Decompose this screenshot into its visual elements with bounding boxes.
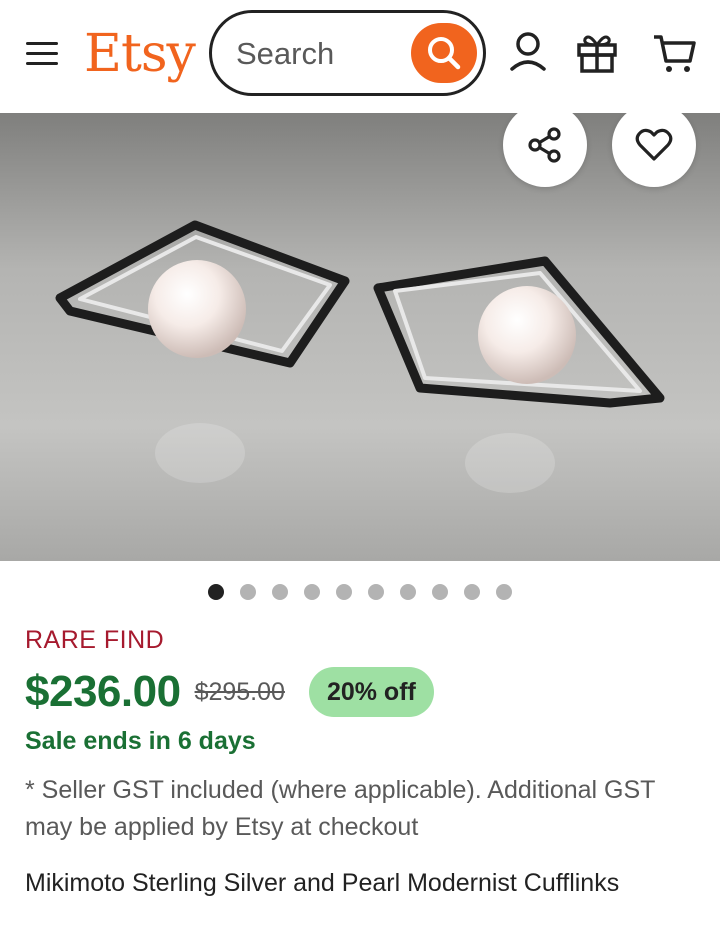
discount-badge: 20% off bbox=[308, 667, 434, 717]
gift-button[interactable] bbox=[574, 30, 620, 76]
etsy-logo[interactable]: Etsy bbox=[84, 22, 196, 86]
carousel-dot[interactable] bbox=[208, 584, 224, 600]
carousel-dot[interactable] bbox=[368, 584, 384, 600]
sale-price: $236.00 bbox=[25, 667, 181, 716]
carousel-dot[interactable] bbox=[272, 584, 288, 600]
account-button[interactable] bbox=[505, 30, 551, 76]
gift-icon bbox=[577, 35, 617, 73]
menu-icon[interactable] bbox=[22, 36, 62, 70]
carousel-dot[interactable] bbox=[240, 584, 256, 600]
original-price: $295.00 bbox=[194, 677, 285, 706]
carousel-dot[interactable] bbox=[432, 584, 448, 600]
search-input[interactable] bbox=[236, 35, 406, 73]
image-carousel-dots bbox=[208, 584, 512, 600]
cart-icon bbox=[654, 35, 696, 72]
account-icon bbox=[510, 32, 546, 71]
carousel-dot[interactable] bbox=[464, 584, 480, 600]
share-icon bbox=[528, 127, 561, 163]
price-row: $236.00 $295.00 20% off bbox=[25, 664, 434, 720]
search-bar[interactable] bbox=[209, 10, 486, 96]
listing-title: Mikimoto Sterling Silver and Pearl Moder… bbox=[25, 869, 620, 897]
top-header: Etsy bbox=[0, 0, 720, 113]
sale-ends-text: Sale ends in 6 days bbox=[25, 727, 256, 755]
carousel-dot[interactable] bbox=[336, 584, 352, 600]
carousel-dot[interactable] bbox=[496, 584, 512, 600]
search-button[interactable] bbox=[411, 23, 477, 83]
search-icon bbox=[428, 37, 461, 70]
gst-note: * Seller GST included (where applicable)… bbox=[25, 776, 655, 841]
cart-button[interactable] bbox=[652, 30, 698, 76]
rare-find-tag: RARE FIND bbox=[25, 626, 165, 654]
carousel-dot[interactable] bbox=[400, 584, 416, 600]
carousel-dot[interactable] bbox=[304, 584, 320, 600]
heart-icon bbox=[635, 128, 673, 161]
listing-image-gallery[interactable] bbox=[0, 113, 720, 561]
product-photo bbox=[0, 113, 720, 561]
